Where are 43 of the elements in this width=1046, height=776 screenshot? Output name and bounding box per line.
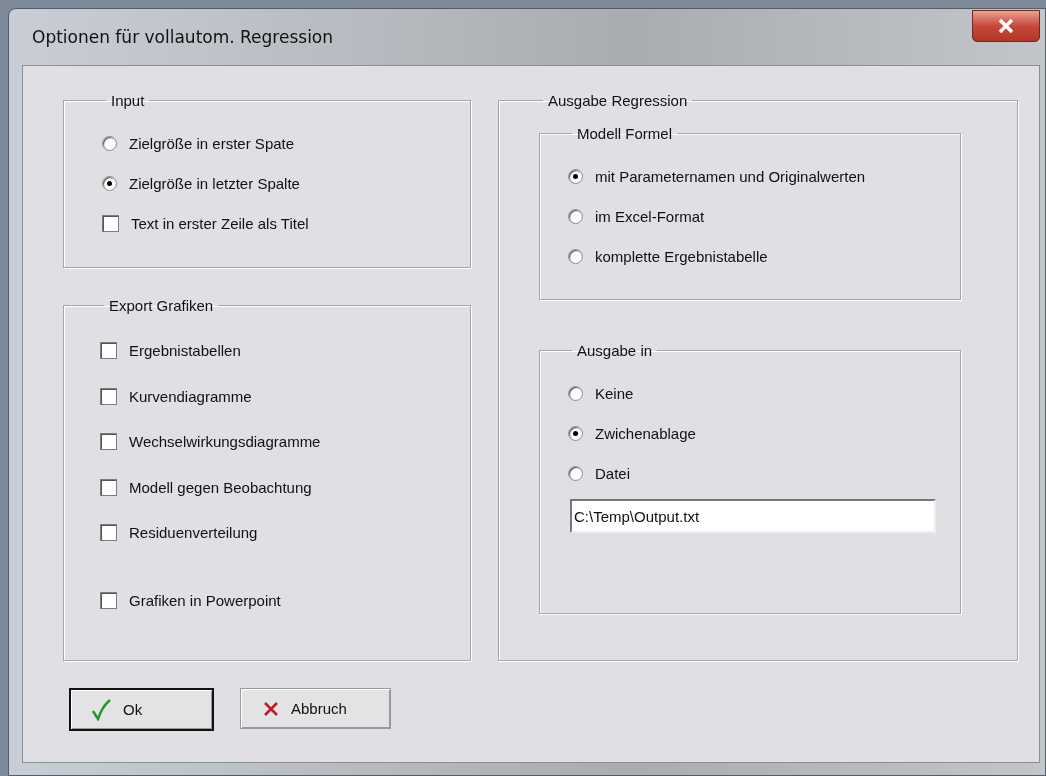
group-title: Input (110, 92, 146, 109)
option-label: Text in erster Zeile als Titel (131, 214, 309, 232)
option-label: Datei (595, 464, 631, 482)
option-label: Wechselwirkungsdiagramme (129, 433, 321, 451)
radio-button[interactable] (568, 425, 583, 441)
close-icon (997, 18, 1015, 34)
option-label: im Excel-Format (595, 207, 705, 225)
radio-button[interactable] (102, 175, 117, 191)
radio-button[interactable] (568, 385, 583, 401)
option-label: Kurvendiagramme (129, 387, 252, 405)
cross-icon (263, 700, 279, 717)
checkbox[interactable] (100, 524, 117, 542)
window-title: Optionen für vollautom. Regression (32, 27, 334, 47)
radio-button[interactable] (568, 248, 583, 264)
checkbox[interactable] (100, 433, 117, 451)
checkbox[interactable] (100, 342, 117, 360)
radio-button[interactable] (568, 168, 583, 184)
cancel-button[interactable]: Abbruch (240, 688, 391, 729)
radio-button[interactable] (102, 135, 117, 151)
group-title: Modell Formel (576, 125, 674, 142)
option-label: mit Parameternamen und Originalwerten (595, 167, 866, 185)
option-label: Zielgröße in erster Spate (129, 134, 295, 152)
close-button[interactable] (972, 10, 1040, 42)
group-title: Export Grafiken (108, 297, 215, 314)
group-title: Ausgabe in (576, 342, 654, 359)
checkbox[interactable] (100, 591, 117, 609)
ok-button[interactable]: Ok (69, 688, 214, 731)
radio-button[interactable] (568, 465, 583, 481)
group-title: Ausgabe Regression (547, 92, 689, 109)
file-path-field[interactable]: C:\Temp\Output.txt (570, 499, 936, 533)
option-label: Zielgröße in letzter Spalte (129, 174, 300, 192)
checkmark-icon (91, 698, 111, 721)
option-label: Zwichenablage (595, 424, 696, 442)
checkbox[interactable] (102, 214, 119, 232)
option-label: Ergebnistabellen (129, 342, 241, 360)
option-label: Residuenverteilung (129, 524, 258, 542)
option-label: Keine (595, 384, 634, 402)
option-label: Modell gegen Beobachtung (129, 478, 312, 496)
option-label: komplette Ergebnistabelle (595, 247, 768, 265)
option-label: Grafiken in Powerpoint (129, 591, 281, 609)
checkbox[interactable] (100, 387, 117, 405)
radio-button[interactable] (568, 208, 583, 224)
checkbox[interactable] (100, 478, 117, 496)
